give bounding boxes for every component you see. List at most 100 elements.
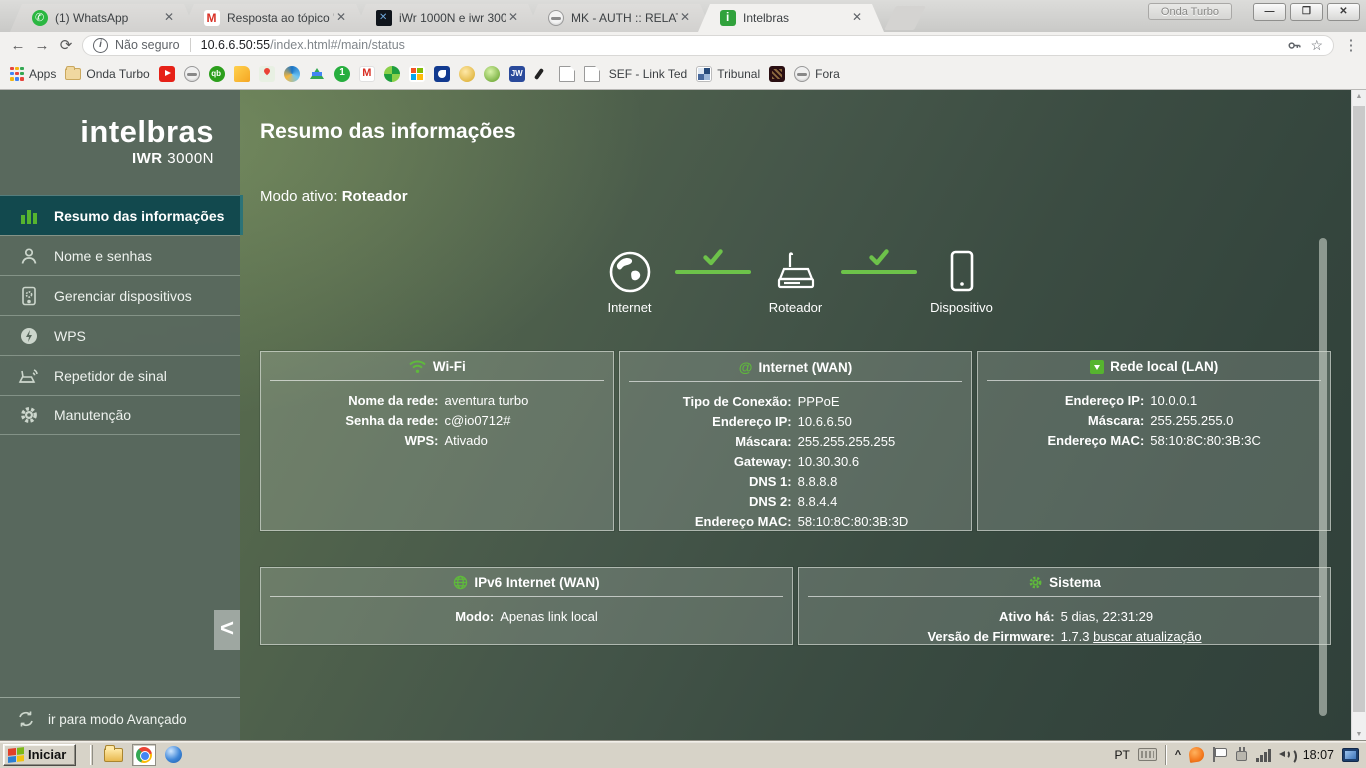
tab-close-icon[interactable]: ✕ bbox=[850, 11, 864, 25]
scroll-down-icon[interactable]: ▼ bbox=[1352, 731, 1366, 738]
sidebar-item-resumo[interactable]: Resumo das informações bbox=[0, 195, 240, 235]
tab-intelbras[interactable]: Intelbras ✕ bbox=[698, 4, 884, 32]
bookmark-youtube-icon[interactable] bbox=[158, 65, 175, 82]
forward-button[interactable]: → bbox=[30, 37, 54, 54]
bookmark-note-icon[interactable] bbox=[233, 65, 250, 82]
field-label: DNS 1: bbox=[749, 473, 792, 489]
hidden-icons-chevron[interactable]: ^ bbox=[1175, 749, 1181, 761]
bookmark-maps-icon[interactable] bbox=[258, 65, 275, 82]
sidebar-item-senhas[interactable]: Nome e senhas bbox=[0, 235, 240, 275]
internet-node: Internet bbox=[587, 249, 673, 315]
file-manager-icon[interactable] bbox=[104, 744, 124, 762]
bookmark-one-badge-icon[interactable] bbox=[333, 65, 350, 82]
field-value: Ativado bbox=[444, 432, 488, 448]
blue-sphere-icon[interactable] bbox=[165, 746, 183, 763]
keyboard-icon[interactable] bbox=[1137, 748, 1157, 761]
tab-mkauth[interactable]: MK - AUTH :: RELATORIOS ✕ bbox=[526, 4, 712, 32]
mosaic-icon bbox=[696, 65, 713, 82]
device-node: Dispositivo bbox=[919, 249, 1005, 315]
close-button[interactable]: ✕ bbox=[1327, 3, 1360, 21]
field-label: Endereço MAC: bbox=[1047, 432, 1145, 448]
flag-icon[interactable] bbox=[1212, 747, 1228, 762]
tab-close-icon[interactable]: ✕ bbox=[334, 11, 348, 25]
info-icon[interactable]: i bbox=[93, 37, 108, 53]
browser-scrollbar-thumb[interactable] bbox=[1353, 106, 1365, 712]
whatsapp-icon bbox=[32, 10, 48, 26]
bookmark-coin-green-icon[interactable] bbox=[483, 65, 500, 82]
bookmark-swirl-icon[interactable] bbox=[283, 65, 300, 82]
advanced-mode-button[interactable]: ir para modo Avançado bbox=[0, 697, 240, 740]
field-label: Máscara: bbox=[1087, 412, 1145, 428]
sidebar-collapse-button[interactable]: < bbox=[214, 610, 240, 650]
browser-toolbar: ← → ⟳ i Não seguro 10.6.6.50:55 /index.h… bbox=[0, 32, 1366, 58]
restore-button[interactable]: ❐ bbox=[1290, 3, 1323, 21]
card-title: Rede local (LAN) bbox=[1110, 359, 1219, 374]
link-check bbox=[840, 249, 917, 274]
bookmark-tribunal[interactable]: Tribunal bbox=[696, 65, 760, 82]
system-gear-icon bbox=[1029, 576, 1042, 589]
sidebar-item-repetidor[interactable]: Repetidor de sinal bbox=[0, 355, 240, 395]
bookmark-microsoft-icon[interactable] bbox=[408, 65, 425, 82]
bookmark-dark-icon[interactable] bbox=[769, 65, 786, 82]
start-button[interactable]: Iniciar bbox=[3, 743, 77, 766]
apps-shortcut[interactable]: Apps bbox=[10, 66, 56, 81]
quick-launch bbox=[90, 743, 183, 766]
scroll-up-icon[interactable]: ▲ bbox=[1352, 90, 1366, 104]
sidebar-item-label: Gerenciar dispositivos bbox=[54, 287, 192, 304]
firmware-version: 1.7.3 bbox=[1060, 628, 1090, 644]
bookmark-folder[interactable]: Onda Turbo bbox=[65, 65, 150, 81]
tab-whatsapp[interactable]: (1) WhatsApp ✕ bbox=[10, 4, 196, 32]
browser-scrollbar[interactable]: ▲ ▼ bbox=[1351, 90, 1366, 740]
minimize-button[interactable]: — bbox=[1253, 3, 1286, 21]
chrome-taskbar-button[interactable] bbox=[132, 743, 157, 766]
address-bar[interactable]: i Não seguro 10.6.6.50:55 /index.html#/m… bbox=[82, 34, 1334, 56]
sidebar-item-dispositivos[interactable]: Gerenciar dispositivos bbox=[0, 275, 240, 315]
bookmark-face-icon[interactable] bbox=[183, 65, 200, 82]
safely-remove-icon[interactable] bbox=[1234, 747, 1248, 762]
monitor-icon[interactable] bbox=[1342, 747, 1359, 762]
key-icon[interactable] bbox=[1287, 38, 1302, 53]
bookmark-brush-icon[interactable] bbox=[534, 66, 550, 82]
check-icon bbox=[702, 249, 723, 266]
tab-close-icon[interactable]: ✕ bbox=[506, 11, 520, 25]
bookmark-qb-icon[interactable] bbox=[208, 65, 225, 82]
field-value: 58:10:8C:80:3B:3D bbox=[797, 513, 909, 529]
tab-gmail-topic[interactable]: Resposta ao tópico 'iWr 10 ✕ bbox=[182, 4, 368, 32]
page-scrollbar-thumb[interactable] bbox=[1319, 238, 1327, 716]
at-icon: @ bbox=[738, 359, 753, 375]
bookmark-tv-icon[interactable] bbox=[433, 65, 450, 82]
bookmark-gmail-icon[interactable] bbox=[358, 65, 375, 82]
router-page: intelbras IWR 3000N Resumo das informaçõ… bbox=[0, 90, 1366, 740]
bookmark-drive-icon[interactable] bbox=[309, 66, 325, 82]
bookmark-star-icon[interactable]: ☆ bbox=[1310, 37, 1323, 54]
bookmark-fora[interactable]: Fora bbox=[794, 65, 840, 82]
tab-close-icon[interactable]: ✕ bbox=[162, 11, 176, 25]
field-label: WPS: bbox=[404, 432, 439, 448]
clock[interactable]: 18:07 bbox=[1303, 748, 1334, 762]
bookmark-sef[interactable]: SEF - Link Ted bbox=[609, 67, 687, 81]
network-signal-icon[interactable] bbox=[1256, 748, 1271, 762]
bookmark-pinwheel-icon[interactable] bbox=[383, 65, 400, 82]
chrome-menu-icon[interactable]: ⋮ bbox=[1342, 36, 1360, 54]
profile-button[interactable]: Onda Turbo bbox=[1147, 3, 1232, 20]
bookmark-page-icon[interactable] bbox=[558, 65, 575, 82]
volume-icon[interactable] bbox=[1278, 747, 1297, 765]
field-value: 255.255.255.0 bbox=[1150, 412, 1234, 428]
sidebar-item-manutencao[interactable]: Manutenção bbox=[0, 395, 240, 435]
field-label: Tipo de Conexão: bbox=[682, 393, 792, 409]
grip-handle[interactable] bbox=[90, 744, 94, 765]
back-button[interactable]: ← bbox=[6, 37, 30, 54]
update-firmware-link[interactable]: buscar atualização bbox=[1093, 629, 1201, 644]
new-tab-button[interactable] bbox=[884, 6, 926, 30]
tab-forum[interactable]: iWr 1000N e iwr 3000N am ✕ bbox=[354, 4, 540, 32]
bookmark-page-icon[interactable] bbox=[583, 65, 600, 82]
bookmark-jw-icon[interactable] bbox=[508, 65, 525, 82]
reload-button[interactable]: ⟳ bbox=[54, 36, 78, 54]
language-indicator[interactable]: PT bbox=[1114, 748, 1129, 762]
bookmark-coin-gold-icon[interactable] bbox=[458, 65, 475, 82]
windows-flag-icon bbox=[8, 746, 24, 763]
field-label: Versão de Firmware: bbox=[927, 628, 1055, 644]
sidebar-item-wps[interactable]: WPS bbox=[0, 315, 240, 355]
avast-icon[interactable] bbox=[1188, 746, 1206, 763]
tab-close-icon[interactable]: ✕ bbox=[678, 11, 692, 25]
